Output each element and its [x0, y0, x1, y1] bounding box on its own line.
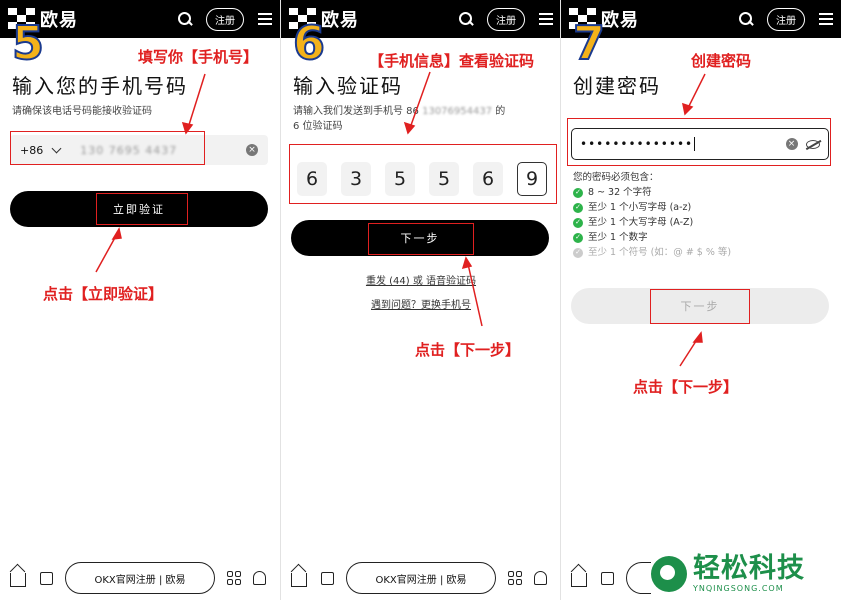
password-value: ••••••••••••••	[580, 137, 694, 151]
browser-bottom-bar: OKX官网注册 | 欧易	[281, 556, 561, 600]
share-icon[interactable]	[321, 571, 334, 585]
annotation-bottom: 点击【下一步】	[633, 378, 739, 396]
highlight-box	[650, 289, 750, 324]
otp-digit[interactable]: 6	[473, 162, 503, 196]
highlight-box	[96, 193, 188, 225]
share-icon[interactable]	[40, 571, 53, 585]
check-icon: ✓	[573, 202, 583, 213]
rules-header: 您的密码必须包含：	[573, 172, 659, 183]
brand-name: 欧易	[40, 10, 78, 31]
page-subtitle: 请输入我们发送到手机号 86 13076954437 的 6 位验证码	[293, 104, 555, 134]
highlight-box	[368, 223, 474, 255]
share-icon[interactable]	[601, 571, 614, 585]
step7-panel: 欧易 注册 7 创建密码 创建密码 •••••••••••••• × 您的密码必…	[561, 0, 841, 600]
watermark-en: YNQINGSONG.COM	[693, 584, 784, 593]
url-bar[interactable]: OKX官网注册 | 欧易	[346, 562, 496, 594]
register-button[interactable]: 注册	[767, 7, 805, 31]
masked-phone: 13076954437	[422, 106, 493, 117]
menu-icon[interactable]	[258, 13, 272, 25]
subtitle-text: 请输入我们发送到手机号 86	[293, 106, 419, 117]
subtitle-text: 的	[495, 106, 506, 117]
register-button[interactable]: 注册	[487, 7, 525, 31]
annotation-bottom: 点击【下一步】	[415, 341, 521, 359]
otp-digit[interactable]: 6	[297, 162, 327, 196]
watermark: 轻松科技 YNQINGSONG.COM	[651, 548, 842, 600]
clear-icon[interactable]: ×	[246, 144, 258, 156]
resend-link[interactable]: 重发 (44) 或 语音验证码	[281, 272, 561, 287]
annotation-bottom: 点击【立即验证】	[43, 285, 164, 303]
tutorial-root: 欧易 注册 5 填写你【手机号】 输入您的手机号码 请确保该电话号码能接收验证码…	[0, 0, 842, 600]
clear-icon[interactable]: ×	[786, 138, 798, 150]
check-icon: ✓	[573, 232, 583, 243]
page-title: 创建密码	[573, 74, 661, 98]
password-input[interactable]: •••••••••••••• ×	[571, 128, 829, 160]
menu-icon[interactable]	[819, 13, 833, 25]
register-button[interactable]: 注册	[206, 7, 244, 31]
step5-panel: 欧易 注册 5 填写你【手机号】 输入您的手机号码 请确保该电话号码能接收验证码…	[0, 0, 280, 600]
ghost-icon[interactable]	[534, 571, 547, 585]
check-icon: ✓	[573, 217, 583, 228]
check-icon: ✓	[573, 247, 583, 258]
menu-icon[interactable]	[539, 13, 553, 25]
rule-item: ✓ 至少 1 个大写字母 (A-Z)	[573, 215, 731, 230]
rule-item: ✓ 至少 1 个数字	[573, 230, 731, 245]
rule-text: 至少 1 个大写字母 (A-Z)	[588, 217, 694, 228]
search-icon[interactable]	[739, 12, 753, 26]
search-icon[interactable]	[178, 12, 192, 26]
password-rules: 您的密码必须包含： ✓ 8 ~ 32 个字符 ✓ 至少 1 个小写字母 (a-z) …	[573, 170, 731, 260]
step6-panel: 欧易 注册 6 【手机信息】查看验证码 输入验证码 请输入我们发送到手机号 86…	[281, 0, 561, 600]
otp-digit[interactable]: 3	[341, 162, 371, 196]
help-link[interactable]: 遇到问题？更换手机号	[281, 296, 561, 311]
hide-password-icon[interactable]	[806, 139, 820, 149]
rule-item: ✓ 至少 1 个小写字母 (a-z)	[573, 200, 731, 215]
home-icon[interactable]	[10, 573, 26, 587]
rule-text: 8 ~ 32 个字符	[588, 187, 652, 198]
watermark-cn: 轻松科技	[693, 553, 805, 584]
search-icon[interactable]	[459, 12, 473, 26]
home-icon[interactable]	[291, 573, 307, 587]
highlight-box	[10, 131, 205, 165]
check-icon: ✓	[573, 187, 583, 198]
apps-grid-icon[interactable]	[508, 571, 522, 585]
brand-name: 欧易	[321, 10, 359, 31]
apps-grid-icon[interactable]	[227, 571, 241, 585]
step-number: 5	[11, 16, 45, 70]
annotation-top: 【手机信息】查看验证码	[369, 52, 535, 70]
step-number: 6	[292, 16, 326, 70]
rule-text: 至少 1 个符号 (如：@ # $ % 等)	[588, 247, 732, 258]
page-title: 输入您的手机号码	[12, 74, 188, 98]
rule-item: ✓ 8 ~ 32 个字符	[573, 185, 731, 200]
subtitle-text: 6 位验证码	[293, 121, 343, 132]
brand-name: 欧易	[601, 10, 639, 31]
otp-input[interactable]: 6 3 5 5 6 9	[297, 162, 547, 196]
otp-digit[interactable]: 5	[429, 162, 459, 196]
otp-digit[interactable]: 9	[517, 162, 547, 196]
browser-bottom-bar: OKX官网注册 | 欧易	[0, 556, 280, 600]
page-title: 输入验证码	[293, 74, 403, 98]
text-cursor	[694, 137, 696, 151]
rule-text: 至少 1 个小写字母 (a-z)	[588, 202, 692, 213]
home-icon[interactable]	[571, 573, 587, 587]
otp-digit[interactable]: 5	[385, 162, 415, 196]
annotation-top: 创建密码	[691, 52, 752, 70]
annotation-top: 填写你【手机号】	[138, 48, 259, 66]
ghost-icon[interactable]	[253, 571, 266, 585]
watermark-logo-icon	[651, 556, 687, 592]
step-number: 7	[572, 16, 606, 70]
url-bar[interactable]: OKX官网注册 | 欧易	[65, 562, 215, 594]
rule-text: 至少 1 个数字	[588, 232, 648, 243]
rule-item: ✓ 至少 1 个符号 (如：@ # $ % 等)	[573, 245, 731, 260]
page-subtitle: 请确保该电话号码能接收验证码	[12, 106, 152, 117]
